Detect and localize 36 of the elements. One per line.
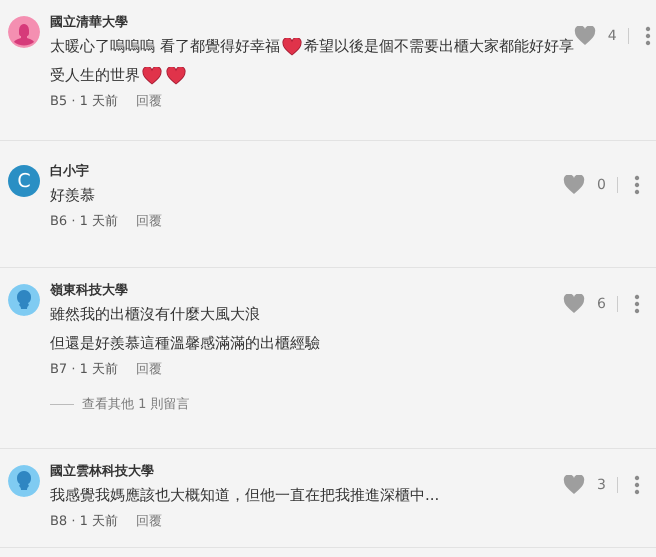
comment-text: 好羨慕: [50, 185, 95, 206]
comment-meta: B7 · 1 天前: [50, 361, 118, 379]
more-options-icon[interactable]: [634, 294, 640, 314]
view-more-replies-link[interactable]: 查看其他 1 則留言: [82, 395, 190, 413]
reply-link[interactable]: 回覆: [136, 93, 162, 111]
like-heart-icon[interactable]: [574, 26, 596, 46]
comment-meta: B6 · 1 天前: [50, 213, 118, 231]
like-heart-icon[interactable]: [563, 475, 585, 495]
comment-meta: B5 · 1 天前: [50, 93, 118, 111]
comment-text: 希望以後是個不需要出櫃大家都能好好享: [304, 36, 574, 57]
comment-text: 雖然我的出櫃沒有什麼大風大浪: [50, 304, 260, 325]
comment-text: 太暖心了嗚嗚嗚 看了都覺得好幸福: [50, 36, 280, 57]
author-name: 國立清華大學: [50, 14, 128, 32]
heart-icon: [282, 38, 302, 56]
reply-link[interactable]: 回覆: [136, 361, 162, 379]
author-name: 國立雲林科技大學: [50, 463, 154, 481]
more-options-icon[interactable]: [634, 175, 640, 195]
author-name: 嶺東科技大學: [50, 282, 128, 300]
like-count: 3: [597, 477, 607, 493]
like-count: 0: [597, 177, 607, 193]
comment-text: 但還是好羨慕這種溫馨感滿滿的出櫃經驗: [50, 333, 320, 354]
reply-link[interactable]: 回覆: [136, 513, 162, 531]
more-options-icon[interactable]: [644, 26, 651, 46]
avatar: C: [8, 165, 40, 197]
like-count: 6: [597, 296, 607, 312]
like-heart-icon[interactable]: [563, 175, 585, 195]
reply-link[interactable]: 回覆: [136, 213, 162, 231]
comment-meta: B8 · 1 天前: [50, 513, 118, 531]
more-options-icon[interactable]: [634, 475, 640, 495]
comment-text: 我感覺我媽應該也大概知道，但他一直在把我推進深櫃中...: [50, 485, 440, 506]
like-count: 4: [608, 28, 618, 44]
like-heart-icon[interactable]: [563, 294, 585, 314]
heart-icon: [142, 66, 162, 84]
author-name: 白小宇: [50, 163, 89, 181]
heart-icon: [166, 66, 186, 84]
comment-text: 受人生的世界: [50, 65, 140, 86]
